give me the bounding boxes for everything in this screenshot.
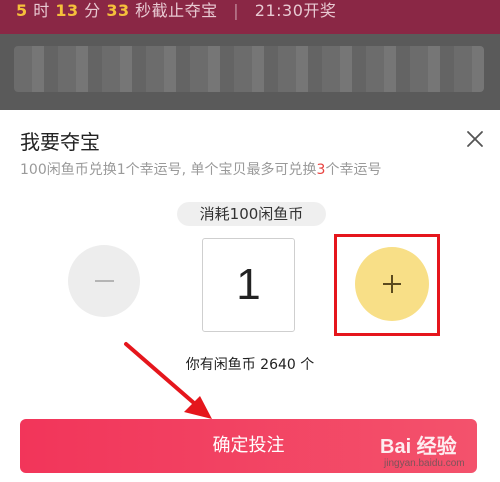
countdown-deadline-label: 秒截止夺宝 [135, 1, 218, 20]
countdown-minutes: 13 [55, 1, 79, 20]
draw-time: 21:30开奖 [254, 1, 337, 20]
quantity-field[interactable]: 1 [202, 238, 295, 332]
watermark-logo: Bai 经验 [380, 436, 457, 458]
plus-icon-vertical [391, 275, 393, 293]
countdown-hours: 5 [16, 1, 28, 20]
baidu-jingyan-watermark: Bai 经验 jingyan.baidu.com [380, 430, 496, 478]
countdown-minutes-unit: 分 [84, 1, 101, 20]
coin-balance: 你有闲鱼币 2640 个 [185, 357, 315, 373]
countdown-separator: | [233, 1, 240, 20]
close-icon[interactable] [462, 126, 488, 152]
blurred-content [14, 46, 484, 92]
exchange-rule-suffix: 个幸运号 [325, 162, 382, 178]
exchange-rule: 100闲鱼币兑换1个幸运号, 单个宝贝最多可兑换3个幸运号 [20, 159, 381, 179]
decrease-button[interactable] [68, 245, 140, 317]
increase-button[interactable] [355, 247, 429, 321]
countdown-seconds: 33 [106, 1, 130, 20]
exchange-rule-prefix: 100闲鱼币兑换1个幸运号, 单个宝贝最多可兑换 [20, 162, 317, 178]
watermark-url: jingyan.baidu.com [384, 458, 465, 469]
countdown-text: 5 时 13 分 33 秒截止夺宝 | 21:30开奖 [16, 0, 336, 21]
bid-sheet: 我要夺宝 100闲鱼币兑换1个幸运号, 单个宝贝最多可兑换3个幸运号 消耗100… [0, 110, 500, 482]
countdown-hours-unit: 时 [33, 1, 50, 20]
minus-icon [95, 280, 114, 282]
sheet-title: 我要夺宝 [20, 130, 100, 154]
cost-badge: 消耗100闲鱼币 [177, 202, 326, 226]
annotation-arrow [124, 342, 212, 419]
countdown-banner: 5 时 13 分 33 秒截止夺宝 | 21:30开奖 [0, 0, 500, 34]
